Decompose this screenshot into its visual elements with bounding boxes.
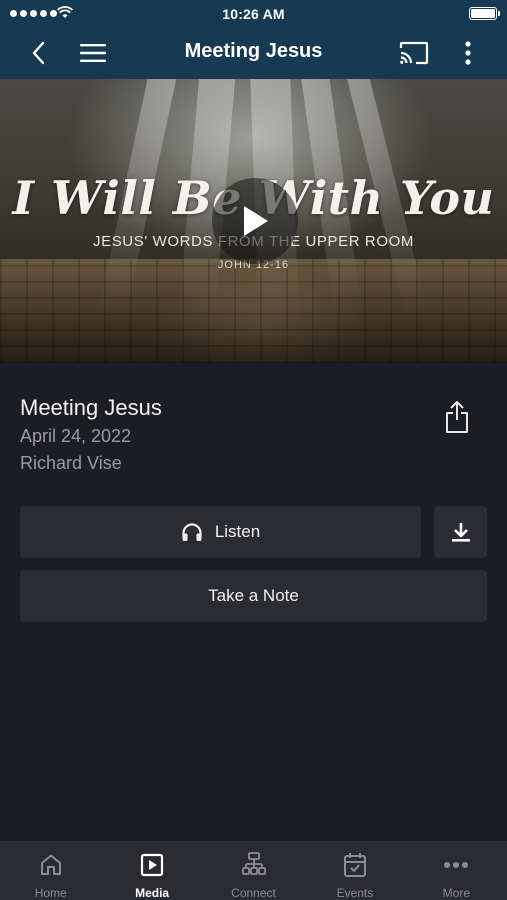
take-note-label: Take a Note xyxy=(208,586,299,605)
media-title: Meeting Jesus xyxy=(20,395,162,420)
media-icon xyxy=(141,853,164,877)
play-button[interactable] xyxy=(212,178,298,264)
tab-label: Events xyxy=(336,886,374,900)
cast-button[interactable] xyxy=(398,27,430,79)
top-bar: 10:26 AM Meeting Jesus xyxy=(0,0,507,79)
battery-icon xyxy=(469,7,500,20)
media-artwork[interactable]: I Will Be With You JESUS' WORDS FROM THE… xyxy=(0,79,507,363)
hamburger-icon xyxy=(80,44,106,62)
tab-label: Home xyxy=(34,886,67,900)
nav-bar: Meeting Jesus xyxy=(0,27,507,79)
home-icon xyxy=(40,854,61,875)
share-button[interactable] xyxy=(440,398,474,436)
media-speaker: Richard Vise xyxy=(20,453,122,473)
headphones-icon xyxy=(182,523,202,541)
tab-home[interactable]: Home xyxy=(0,842,101,900)
tab-connect[interactable]: Connect xyxy=(203,842,304,900)
download-icon xyxy=(451,523,470,542)
play-icon xyxy=(244,206,268,236)
download-button[interactable] xyxy=(434,506,487,558)
artwork-floor xyxy=(0,259,507,363)
vertical-dots-icon xyxy=(465,41,471,65)
take-note-button[interactable]: Take a Note xyxy=(20,570,487,622)
events-icon xyxy=(343,853,366,877)
more-options-button[interactable] xyxy=(458,27,478,79)
listen-label: Listen xyxy=(214,522,261,541)
menu-button[interactable] xyxy=(78,27,108,79)
back-button[interactable] xyxy=(24,27,52,79)
status-time: 10:26 AM xyxy=(222,6,285,22)
media-date: April 24, 2022 xyxy=(20,426,132,446)
share-icon xyxy=(446,401,468,433)
tab-more[interactable]: More xyxy=(406,842,507,900)
status-bar: 10:26 AM xyxy=(0,0,507,27)
tab-label: More xyxy=(442,886,470,900)
tab-bar: Home Media Connect Events More xyxy=(0,841,507,900)
cast-icon xyxy=(399,41,429,65)
tab-label: Connect xyxy=(231,886,276,900)
tab-events[interactable]: Events xyxy=(304,842,405,900)
more-icon xyxy=(444,862,469,868)
tab-media[interactable]: Media xyxy=(101,842,202,900)
listen-button[interactable]: Listen xyxy=(20,506,421,558)
connect-icon xyxy=(241,852,266,875)
tab-label: Media xyxy=(135,886,170,900)
chevron-left-icon xyxy=(32,41,45,65)
page-title: Meeting Jesus xyxy=(184,40,323,62)
